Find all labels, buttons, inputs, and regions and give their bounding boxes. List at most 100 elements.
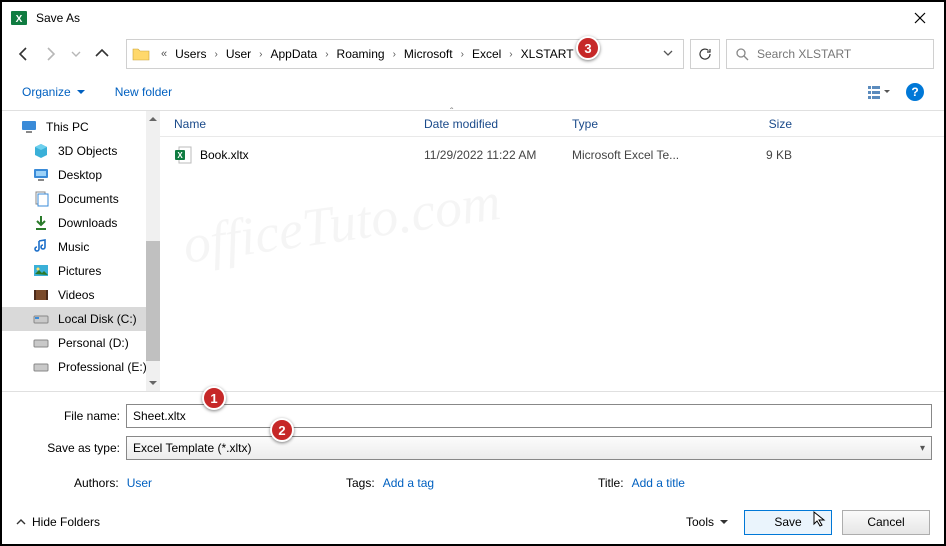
footer: Hide Folders Tools Save Cancel	[2, 500, 944, 544]
crumb[interactable]: Roaming	[335, 47, 387, 61]
scroll-thumb[interactable]	[146, 241, 160, 361]
tree-label: This PC	[46, 120, 89, 134]
tree-item-documents[interactable]: Documents	[2, 187, 160, 211]
videos-icon	[32, 286, 50, 304]
forward-button[interactable]	[38, 42, 62, 66]
tree-label: Music	[58, 240, 89, 254]
tree-label: Desktop	[58, 168, 102, 182]
view-list-icon	[867, 84, 891, 100]
tree-item-this-pc[interactable]: This PC	[2, 115, 160, 139]
search-input[interactable]: Search XLSTART	[726, 39, 934, 69]
file-list: ˆ Name Date modified Type Size X Book.xl…	[160, 111, 944, 391]
col-header-type[interactable]: Type	[562, 117, 712, 131]
tree-item-downloads[interactable]: Downloads	[2, 211, 160, 235]
help-button[interactable]: ?	[906, 83, 924, 101]
main-area: This PC 3D Objects Desktop Documents Dow…	[2, 110, 944, 391]
filename-label: File name:	[14, 409, 126, 423]
nav-arrow-group	[12, 42, 114, 66]
refresh-button[interactable]	[690, 39, 720, 69]
crumb[interactable]: Microsoft	[402, 47, 455, 61]
file-date: 11/29/2022 11:22 AM	[414, 148, 562, 162]
hide-folders-label: Hide Folders	[32, 515, 100, 529]
desktop-icon	[32, 166, 50, 184]
cancel-button[interactable]: Cancel	[842, 510, 930, 535]
tree-item-3d-objects[interactable]: 3D Objects	[2, 139, 160, 163]
hide-folders-button[interactable]: Hide Folders	[16, 515, 100, 529]
tree-item-desktop[interactable]: Desktop	[2, 163, 160, 187]
search-icon	[735, 47, 749, 61]
drive-icon	[32, 334, 50, 352]
downloads-icon	[32, 214, 50, 232]
close-icon	[914, 12, 926, 24]
savetype-label: Save as type:	[14, 441, 126, 455]
scroll-down-icon[interactable]	[146, 375, 160, 391]
excel-file-icon: X	[174, 146, 192, 164]
search-placeholder: Search XLSTART	[757, 47, 851, 61]
recent-dropdown[interactable]	[64, 42, 88, 66]
col-header-size[interactable]: Size	[712, 117, 802, 131]
navigation-tree: This PC 3D Objects Desktop Documents Dow…	[2, 111, 160, 391]
svg-text:X: X	[16, 14, 23, 25]
file-size: 9 KB	[712, 148, 802, 162]
address-bar[interactable]: « Users› User› AppData› Roaming› Microso…	[126, 39, 684, 69]
crumb[interactable]: AppData	[269, 47, 320, 61]
col-header-name[interactable]: Name	[160, 117, 414, 131]
title-meta-value[interactable]: Add a title	[632, 476, 685, 490]
list-header: ˆ Name Date modified Type Size	[160, 111, 944, 137]
arrow-right-icon	[42, 46, 58, 62]
tree-label: Local Disk (C:)	[58, 312, 137, 326]
new-folder-button[interactable]: New folder	[115, 85, 172, 99]
breadcrumb-path: Users› User› AppData› Roaming› Microsoft…	[173, 47, 575, 61]
close-button[interactable]	[900, 4, 940, 32]
tree-item-music[interactable]: Music	[2, 235, 160, 259]
tree-item-pictures[interactable]: Pictures	[2, 259, 160, 283]
arrow-left-icon	[16, 46, 32, 62]
tree-item-professional-e[interactable]: Professional (E:)	[2, 355, 160, 379]
file-row[interactable]: X Book.xltx 11/29/2022 11:22 AM Microsof…	[160, 143, 944, 167]
file-name: Book.xltx	[200, 148, 249, 162]
arrow-up-icon	[94, 46, 110, 62]
excel-app-icon: X	[10, 9, 28, 27]
tree-label: Downloads	[58, 216, 117, 230]
filename-input[interactable]	[126, 404, 932, 428]
pc-icon	[20, 118, 38, 136]
chevron-down-icon	[71, 49, 81, 59]
chevron-down-icon	[720, 518, 728, 526]
tree-item-personal-d[interactable]: Personal (D:)	[2, 331, 160, 355]
organize-button[interactable]: Organize	[22, 85, 85, 99]
breadcrumb-initial-sep: «	[161, 48, 167, 60]
crumb[interactable]: User	[224, 47, 253, 61]
crumb[interactable]: Excel	[470, 47, 503, 61]
authors-value[interactable]: User	[127, 476, 152, 490]
title-bar: X Save As	[2, 2, 944, 34]
folder-icon	[131, 44, 151, 64]
tree-label: Professional (E:)	[58, 360, 147, 374]
pictures-icon	[32, 262, 50, 280]
save-button[interactable]: Save	[744, 510, 832, 535]
drive-icon	[32, 310, 50, 328]
savetype-select[interactable]: Excel Template (*.xltx) ▾	[126, 436, 932, 460]
crumb[interactable]: Users	[173, 47, 208, 61]
navigation-bar: « Users› User› AppData› Roaming› Microso…	[2, 34, 944, 74]
address-dropdown[interactable]	[657, 45, 679, 63]
scroll-up-icon[interactable]	[146, 111, 160, 127]
up-button[interactable]	[90, 42, 114, 66]
tools-button[interactable]: Tools	[680, 515, 734, 529]
annotation-badge-2: 2	[270, 418, 294, 442]
toolbar: Organize New folder ?	[2, 74, 944, 110]
view-options-button[interactable]	[866, 82, 892, 102]
window-title: Save As	[36, 11, 900, 25]
documents-icon	[32, 190, 50, 208]
tree-item-local-disk-c[interactable]: Local Disk (C:)	[2, 307, 160, 331]
tags-value[interactable]: Add a tag	[383, 476, 434, 490]
back-button[interactable]	[12, 42, 36, 66]
music-icon	[32, 238, 50, 256]
tree-scrollbar[interactable]	[146, 111, 160, 391]
tree-label: Videos	[58, 288, 94, 302]
form-area: File name: Save as type: Excel Template …	[2, 391, 944, 500]
tree-label: Documents	[58, 192, 119, 206]
col-header-date[interactable]: Date modified	[414, 117, 562, 131]
tree-item-videos[interactable]: Videos	[2, 283, 160, 307]
crumb[interactable]: XLSTART	[519, 47, 576, 61]
sort-indicator-icon: ˆ	[450, 107, 453, 118]
